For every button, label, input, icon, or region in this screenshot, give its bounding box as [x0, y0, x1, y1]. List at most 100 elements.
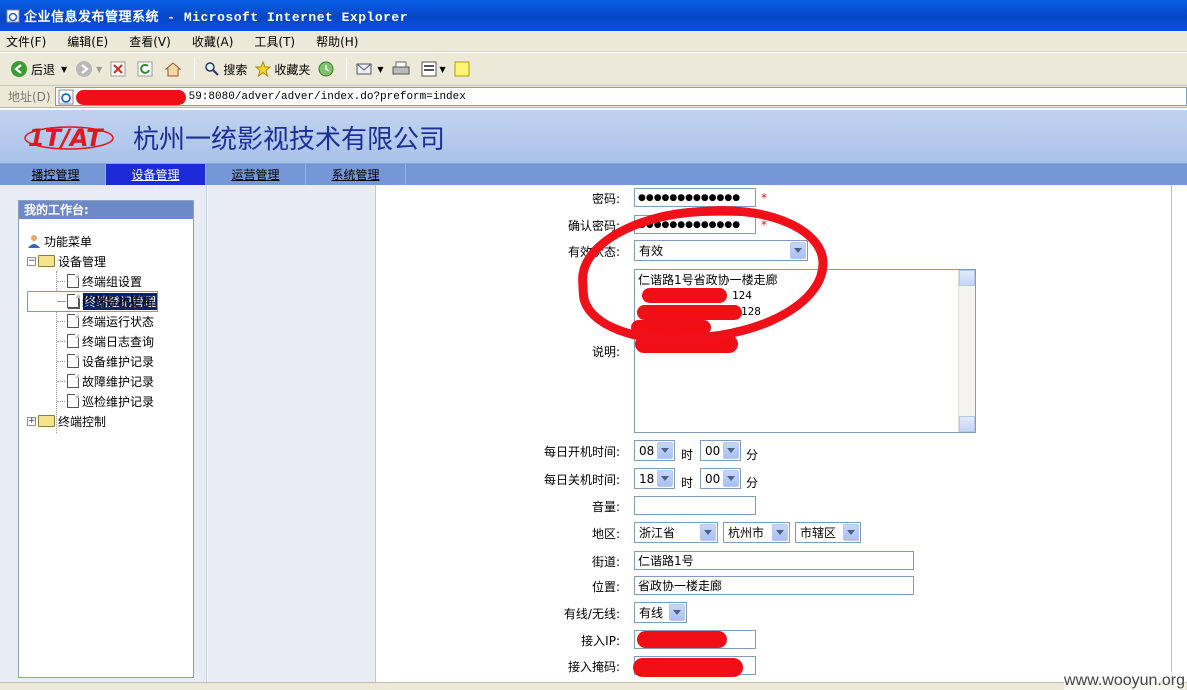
- tree-connector: [57, 380, 65, 382]
- tab-operation-management[interactable]: 运营管理: [206, 164, 306, 185]
- discuss-button[interactable]: [452, 57, 475, 81]
- back-button[interactable]: 后退 ▼: [8, 57, 69, 81]
- street-input[interactable]: 仁谐路1号: [634, 551, 914, 570]
- required-mark: *: [761, 191, 767, 205]
- expand-icon[interactable]: +: [27, 416, 36, 426]
- minute-unit: 分: [746, 476, 759, 490]
- chevron-down-icon[interactable]: [700, 524, 716, 541]
- menu-help[interactable]: 帮助(H): [316, 33, 358, 50]
- collapse-icon[interactable]: −: [27, 256, 36, 266]
- workbench-title: 我的工作台:: [19, 201, 193, 219]
- scroll-down-icon[interactable]: [959, 416, 975, 432]
- wired-select[interactable]: 有线: [634, 602, 687, 623]
- tree-group-terminal-control[interactable]: + 终端控制: [27, 411, 193, 431]
- minute-unit: 分: [746, 448, 759, 462]
- content-gutter: [208, 185, 376, 690]
- tab-device-management[interactable]: 设备管理: [106, 164, 206, 185]
- hour-unit: 时: [681, 448, 694, 462]
- home-button[interactable]: [162, 57, 187, 81]
- location-input[interactable]: 省政协一楼走廊: [634, 576, 914, 595]
- city-select[interactable]: 杭州市: [723, 522, 790, 543]
- search-icon: [205, 62, 220, 76]
- back-arrow-icon: [11, 61, 27, 77]
- location-label: 位置:: [591, 580, 620, 594]
- chevron-down-icon[interactable]: [772, 524, 788, 541]
- home-icon: [164, 62, 182, 77]
- address-input[interactable]: 59:8080/adver/adver/index.do?preform=ind…: [54, 87, 1187, 106]
- search-button[interactable]: 搜索: [202, 57, 249, 81]
- tree-item-log-query[interactable]: 终端日志查询: [27, 331, 193, 351]
- district-select[interactable]: 市辖区: [795, 522, 861, 543]
- document-icon: [67, 334, 79, 348]
- tab-broadcast-control[interactable]: 播控管理: [6, 164, 106, 185]
- tree-item-system-update[interactable]: 终端系统更新: [27, 291, 193, 311]
- stop-button[interactable]: [108, 57, 131, 81]
- edit-page-icon: [421, 61, 437, 77]
- tree-item-run-status[interactable]: 终端运行状态: [27, 311, 193, 331]
- tree-item-maintenance-record[interactable]: 设备维护记录: [27, 351, 193, 371]
- province-value: 浙江省: [639, 526, 676, 540]
- chevron-down-icon[interactable]: [657, 442, 673, 459]
- tree-group-device[interactable]: − 设备管理: [27, 251, 193, 271]
- forward-dropdown-icon[interactable]: ▼: [96, 65, 102, 74]
- address-url: 59:8080/adver/adver/index.do?preform=ind…: [188, 90, 466, 103]
- print-button[interactable]: [390, 57, 415, 81]
- document-icon: [67, 354, 79, 368]
- chevron-down-icon[interactable]: [723, 470, 739, 487]
- power-off-minute-select[interactable]: 00: [700, 468, 741, 489]
- edit-button[interactable]: ▼: [419, 57, 448, 81]
- tree-connector: [57, 340, 65, 342]
- province-select[interactable]: 浙江省: [634, 522, 718, 543]
- tree-item-label: 巡检维护记录: [82, 394, 155, 409]
- menu-file[interactable]: 文件(F): [6, 33, 46, 50]
- password-input[interactable]: ●●●●●●●●●●●●●: [634, 188, 756, 207]
- chevron-down-icon[interactable]: [657, 470, 673, 487]
- power-on-label: 每日开机时间:: [543, 445, 620, 459]
- address-bar: 地址(D) 59:8080/adver/adver/index.do?prefo…: [0, 86, 1187, 108]
- access-mask-label: 接入掩码:: [567, 660, 620, 674]
- tree-root[interactable]: 功能菜单: [27, 231, 193, 251]
- power-off-hour-select[interactable]: 18: [634, 468, 675, 489]
- sidebar: 我的工作台: 功能菜单 − 设备管理 终端组设置 终端登记管理 终端系统更新 终…: [0, 185, 207, 690]
- password-label: 密码:: [591, 192, 620, 206]
- volume-input[interactable]: [634, 496, 756, 515]
- history-button[interactable]: [316, 57, 339, 81]
- power-on-minute-select[interactable]: 00: [700, 440, 741, 461]
- tree-item-label: 终端组设置: [82, 274, 143, 289]
- document-icon: [67, 294, 79, 308]
- print-icon: [392, 61, 410, 75]
- tree-item-group-settings[interactable]: 终端组设置: [27, 271, 193, 291]
- refresh-button[interactable]: [135, 57, 158, 81]
- ie-page-icon: [58, 89, 74, 104]
- chevron-down-icon[interactable]: [843, 524, 859, 541]
- power-on-minute-value: 00: [705, 443, 721, 458]
- favorites-button[interactable]: 收藏夹: [253, 57, 312, 81]
- tree-item-label: 终端运行状态: [82, 314, 155, 329]
- mail-dropdown-icon[interactable]: ▼: [377, 65, 383, 74]
- star-icon: [255, 61, 272, 77]
- edit-dropdown-icon[interactable]: ▼: [440, 65, 446, 74]
- menu-edit[interactable]: 编辑(E): [67, 33, 108, 50]
- menu-tools[interactable]: 工具(T): [254, 33, 295, 50]
- forward-arrow-icon: [76, 61, 93, 77]
- window-titlebar: 企业信息发布管理系统 - Microsoft Internet Explorer: [0, 0, 1187, 31]
- user-icon: [28, 235, 40, 248]
- app-banner: 1T/AT 杭州一统影视技术有限公司: [0, 110, 1187, 164]
- forward-button[interactable]: ▼: [73, 57, 104, 81]
- tab-system-management[interactable]: 系统管理: [306, 164, 406, 185]
- scroll-up-icon[interactable]: [959, 270, 975, 286]
- tree-item-inspection-record[interactable]: 巡检维护记录: [27, 391, 193, 411]
- chevron-down-icon[interactable]: [669, 604, 685, 621]
- back-dropdown-icon[interactable]: ▼: [61, 65, 67, 74]
- textarea-scrollbar[interactable]: [958, 270, 975, 432]
- menu-view[interactable]: 查看(V): [129, 33, 171, 50]
- mail-button[interactable]: ▼: [354, 57, 385, 81]
- menu-favorites[interactable]: 收藏(A): [192, 33, 234, 50]
- tree-connector: [57, 360, 65, 362]
- power-on-hour-select[interactable]: 08: [634, 440, 675, 461]
- tree-item-fault-record[interactable]: 故障维护记录: [27, 371, 193, 391]
- folder-icon: [38, 415, 55, 427]
- wired-value: 有线: [639, 606, 664, 620]
- chevron-down-icon[interactable]: [723, 442, 739, 459]
- tree-connector: [57, 300, 65, 302]
